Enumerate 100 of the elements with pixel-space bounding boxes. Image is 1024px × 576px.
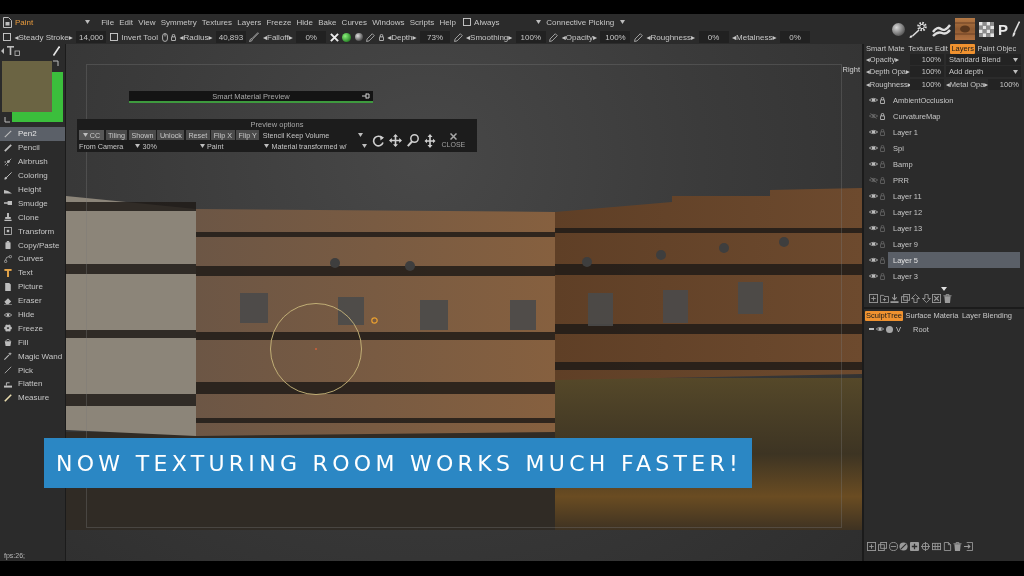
eye-slash-icon[interactable] [869, 177, 878, 184]
tool-item[interactable]: Text [0, 265, 65, 280]
menu-item[interactable]: Curves [341, 17, 367, 27]
value-field[interactable]: 0% [296, 31, 327, 43]
menu-item[interactable]: Freeze [266, 17, 292, 27]
value-field[interactable]: 0% [780, 31, 810, 43]
tool-item[interactable]: Pick [0, 363, 65, 378]
menu-item[interactable]: Scripts [409, 17, 435, 27]
pencil-icon[interactable] [634, 32, 643, 42]
page-icon[interactable] [942, 542, 952, 551]
move-icon[interactable] [388, 134, 402, 147]
param-spinner[interactable]: ◂Steady Stroke▸ [14, 32, 73, 42]
tool-item[interactable]: Hide [0, 307, 65, 322]
menu-item[interactable]: Symmetry [160, 17, 197, 27]
caret-down-icon[interactable] [536, 20, 542, 24]
pen-icon[interactable] [53, 45, 60, 56]
tool-item[interactable]: Airbrush [0, 154, 65, 169]
tool-item[interactable]: Pen2 [0, 127, 65, 141]
tool-item[interactable]: Fill [0, 335, 65, 350]
arrow-down-icon[interactable] [921, 294, 931, 304]
copy-icon[interactable] [900, 294, 910, 304]
menu-item[interactable]: View [138, 17, 156, 27]
caret-down-icon[interactable] [199, 144, 205, 148]
primary-color-swatch[interactable] [2, 61, 52, 112]
secondary-color-swatch[interactable] [12, 72, 63, 122]
eye-icon[interactable] [869, 161, 878, 168]
tool-item[interactable]: Measure [0, 390, 65, 405]
magnifier-icon[interactable] [406, 134, 419, 147]
cross-icon[interactable] [329, 32, 339, 42]
value-field[interactable]: 73% [420, 31, 451, 43]
tool-item[interactable]: Flatten [0, 377, 65, 391]
caret-down-icon[interactable] [1013, 69, 1018, 74]
eye-icon[interactable] [869, 257, 878, 264]
checkbox[interactable] [109, 33, 118, 41]
folder-plus-icon[interactable] [879, 294, 889, 304]
param-spinner[interactable]: ◂Radius▸ [179, 32, 213, 42]
rotate-icon[interactable] [371, 134, 384, 147]
trash-icon[interactable] [942, 294, 952, 304]
menu-item[interactable]: Windows [372, 17, 405, 27]
x-square-icon[interactable] [932, 294, 941, 304]
eye-icon[interactable] [869, 97, 878, 104]
value-field[interactable]: 14,000 [76, 31, 107, 43]
menu-item[interactable]: Bake [318, 17, 337, 27]
caret-down-icon[interactable] [941, 286, 947, 291]
pencil-icon[interactable] [549, 32, 559, 42]
caret-down-icon[interactable] [264, 144, 269, 148]
tool-item[interactable]: Pencil [0, 140, 65, 155]
eye-icon[interactable] [869, 129, 878, 136]
lock-icon[interactable] [378, 33, 384, 41]
tool-item[interactable]: Copy/Paste [0, 238, 65, 252]
pin-icon[interactable] [362, 93, 370, 99]
tool-item[interactable]: Eraser [0, 293, 65, 308]
checker-icon[interactable] [979, 21, 994, 37]
caret-down-icon[interactable] [620, 20, 626, 24]
param-spinner[interactable]: ◂Smoothing▸ [466, 32, 513, 42]
eye-icon[interactable] [869, 241, 878, 248]
picking-dropdown[interactable]: Connective Picking [546, 15, 623, 29]
wand-icon[interactable] [909, 20, 928, 38]
tool-item[interactable]: Curves [0, 252, 65, 266]
tool-item[interactable]: Coloring [0, 168, 65, 183]
brush-icon[interactable] [1012, 21, 1020, 37]
value-field[interactable]: 100% [600, 31, 631, 43]
eye-icon[interactable] [869, 145, 878, 152]
value-field[interactable]: 100% [515, 31, 546, 43]
plus-tile-icon[interactable] [910, 542, 920, 551]
tool-item[interactable]: Transform [0, 224, 65, 239]
tool-item[interactable]: Picture [0, 279, 65, 294]
caret-left-icon[interactable] [1, 47, 4, 54]
mode-dropdown[interactable]: Paint [0, 15, 95, 29]
tool-item[interactable]: Smudge [0, 196, 65, 211]
param-spinner[interactable]: ◂Opacity▸ [561, 32, 597, 42]
checkbox[interactable] [463, 18, 472, 26]
download-icon[interactable] [890, 294, 899, 304]
grid-icon[interactable] [931, 542, 941, 551]
eye-icon[interactable] [869, 209, 878, 216]
eye-icon[interactable] [869, 225, 878, 232]
caret-down-icon[interactable] [1013, 57, 1018, 62]
import-icon[interactable] [964, 542, 974, 551]
slash-circle-icon[interactable] [899, 542, 909, 551]
menu-item[interactable]: Textures [201, 17, 233, 27]
lock-icon[interactable] [171, 33, 177, 41]
eye-icon[interactable] [869, 193, 878, 200]
caret-down-icon[interactable] [357, 133, 363, 137]
value-field[interactable]: 0% [698, 31, 729, 43]
minus-circle-icon[interactable] [888, 542, 898, 551]
caret-down-icon[interactable] [361, 144, 367, 148]
menu-item[interactable]: Hide [296, 17, 313, 27]
pencil-icon[interactable] [366, 32, 376, 42]
eye-icon[interactable] [876, 326, 884, 333]
menu-item[interactable]: Help [439, 17, 456, 27]
param-spinner[interactable]: ◂Roughness▸ [646, 32, 695, 42]
trash-icon[interactable] [953, 542, 963, 551]
tool-item[interactable]: Clone [0, 210, 65, 225]
text-box-icon[interactable] [7, 45, 20, 56]
circle-icon[interactable] [886, 325, 893, 333]
param-spinner[interactable]: ◂Depth▸ [387, 32, 417, 42]
eye-icon[interactable] [869, 273, 878, 280]
value-field[interactable]: 40,893 [216, 31, 246, 43]
checkbox[interactable] [3, 33, 11, 41]
room-letter[interactable]: P [998, 21, 1008, 37]
